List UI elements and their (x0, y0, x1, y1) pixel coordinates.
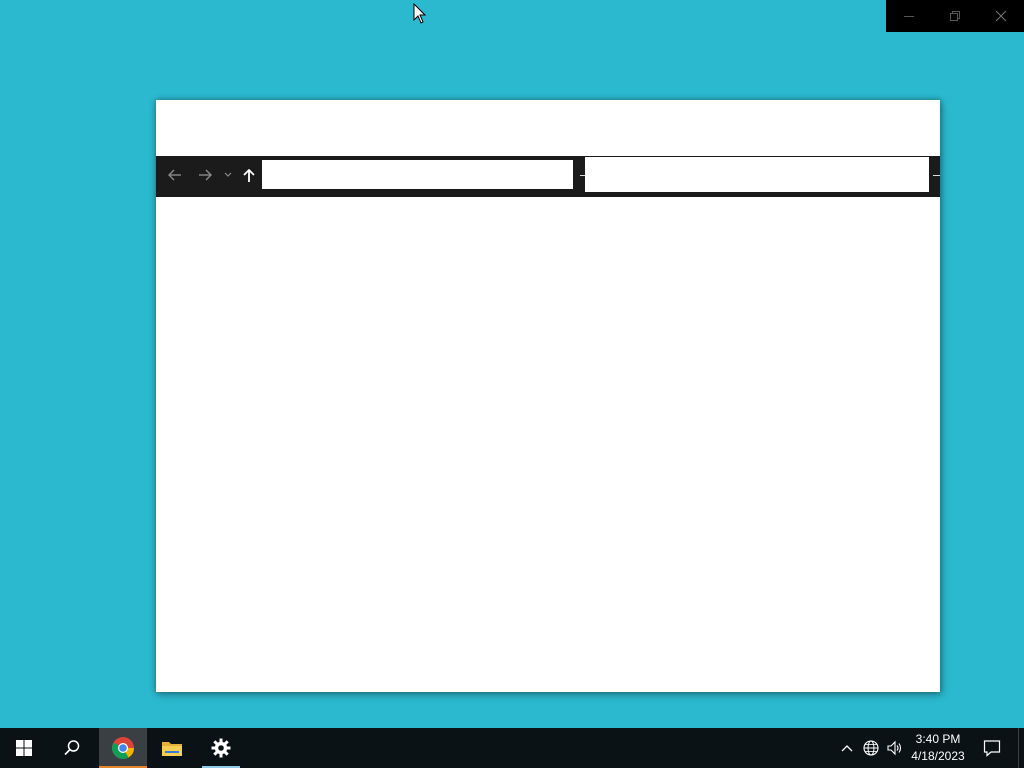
clock-time: 3:40 PM (915, 732, 961, 746)
close-button[interactable] (978, 0, 1024, 32)
notification-icon (983, 740, 1001, 757)
network-button[interactable] (860, 728, 882, 768)
taskbar-file-explorer[interactable] (148, 728, 196, 768)
chrome-icon (112, 737, 134, 759)
forward-button[interactable] (194, 164, 216, 186)
windows-logo-icon (16, 740, 32, 756)
taskbar-chrome[interactable] (99, 728, 147, 768)
speaker-icon (887, 740, 902, 756)
chevron-up-icon (841, 745, 853, 752)
taskbar-settings[interactable] (200, 728, 242, 768)
arrow-left-icon (168, 169, 181, 181)
search-button[interactable] (48, 728, 96, 768)
clock[interactable]: 3:40 PM 4/18/2023 (908, 731, 968, 765)
up-button[interactable] (238, 164, 260, 188)
show-desktop-button[interactable] (1018, 728, 1024, 768)
restore-button[interactable] (932, 0, 978, 32)
volume-button[interactable] (884, 728, 906, 768)
gear-icon (211, 738, 231, 758)
minimize-button[interactable] (886, 0, 932, 32)
search-separator (933, 175, 940, 176)
action-center-button[interactable] (978, 728, 1006, 768)
search-box[interactable] (585, 157, 929, 192)
arrow-right-icon (199, 169, 212, 181)
close-icon (995, 10, 1007, 22)
start-button[interactable] (0, 728, 48, 768)
search-icon (64, 740, 80, 756)
mouse-cursor-icon (413, 3, 427, 24)
show-hidden-icons-button[interactable] (836, 728, 858, 768)
back-button[interactable] (164, 164, 186, 186)
chevron-down-icon (224, 172, 232, 177)
arrow-up-icon (243, 169, 255, 182)
navigation-bar (156, 156, 940, 197)
caption-bar (886, 0, 1024, 32)
folder-icon (162, 742, 182, 756)
taskbar: 3:40 PM 4/18/2023 (0, 728, 1024, 768)
clock-date: 4/18/2023 (911, 749, 965, 763)
restore-icon (950, 11, 960, 21)
recent-locations-button[interactable] (222, 166, 234, 184)
window-title-area[interactable] (156, 100, 940, 156)
address-bar[interactable] (262, 160, 573, 189)
file-list-area[interactable] (156, 197, 940, 692)
explorer-window (156, 100, 940, 692)
globe-network-icon (863, 740, 879, 756)
minimize-icon (904, 16, 914, 17)
